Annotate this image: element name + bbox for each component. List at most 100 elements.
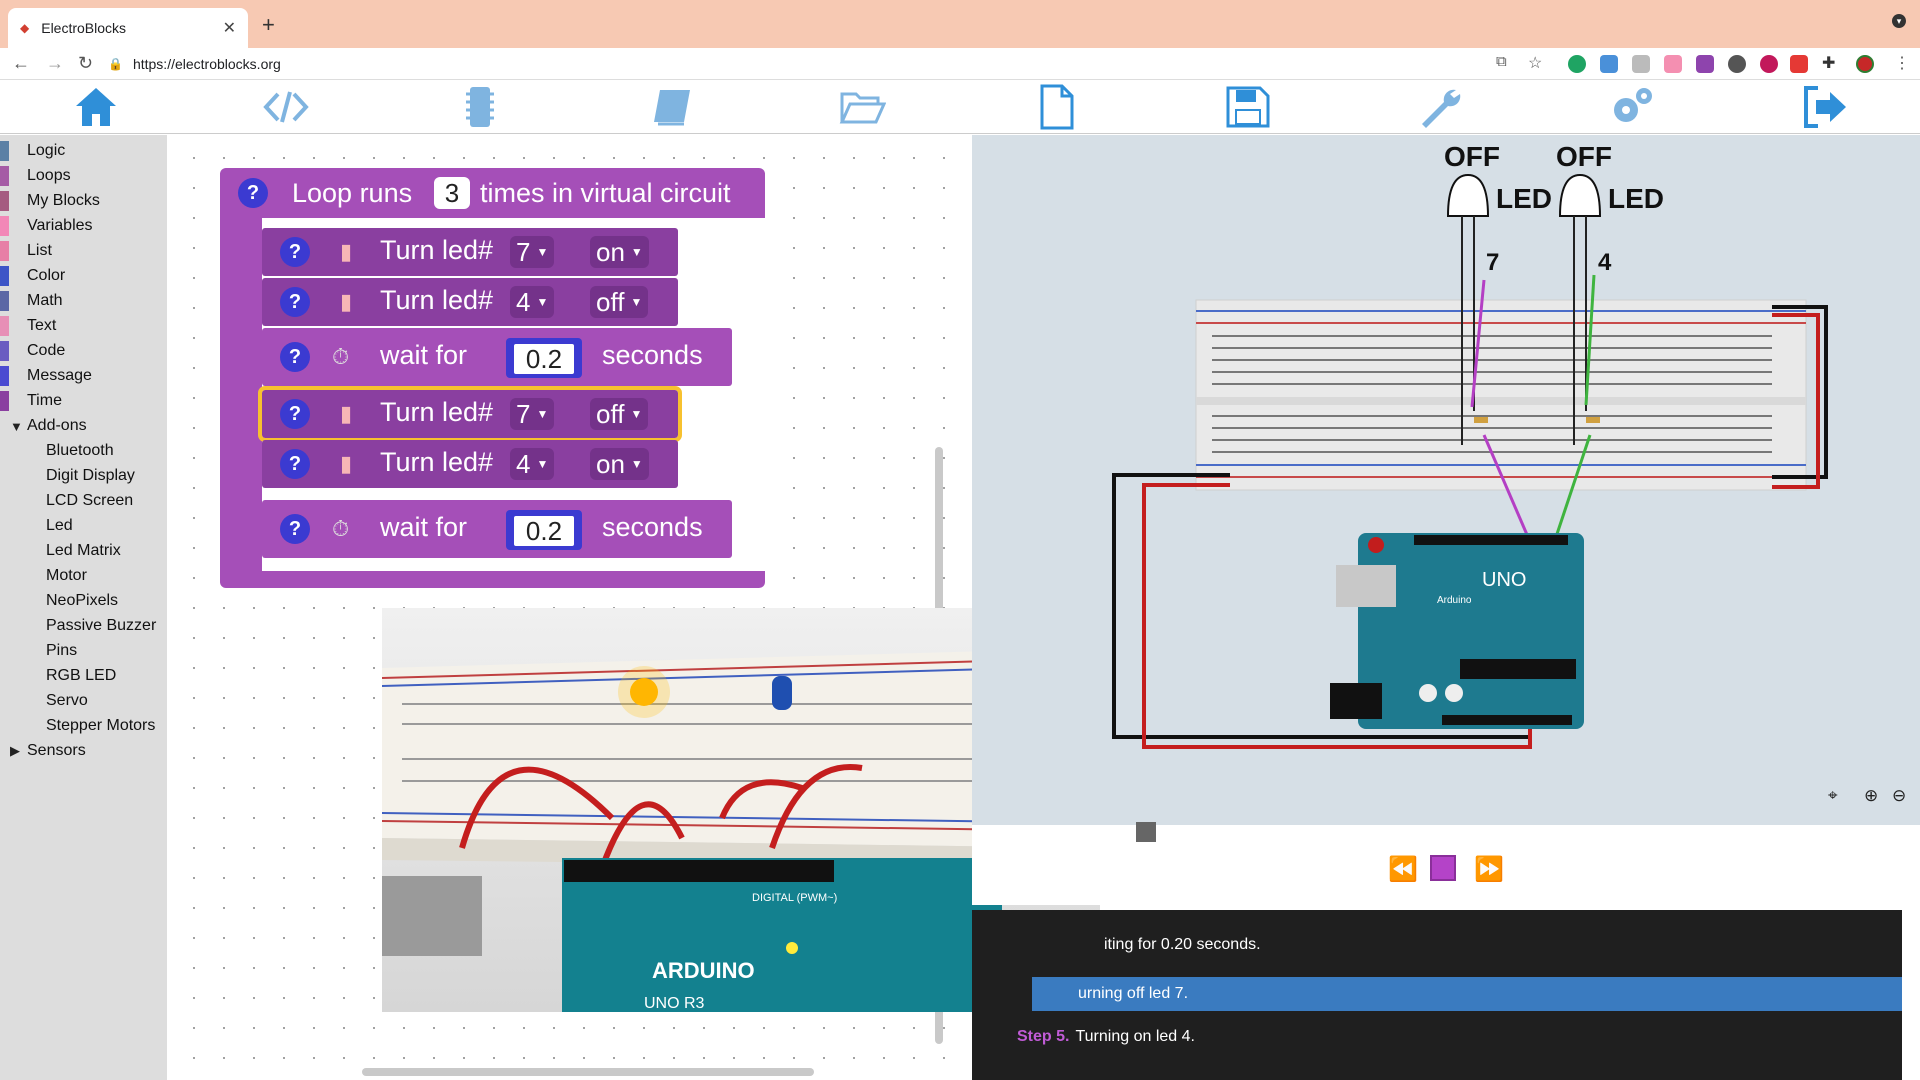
step-back-icon[interactable]: ⏪	[1388, 855, 1418, 884]
lessons-book-icon[interactable]	[648, 84, 696, 130]
browser-menu-icon[interactable]: ⋮	[1894, 53, 1910, 73]
category-color-swatch	[0, 216, 9, 236]
toolbox-addon-rgb-led[interactable]: RGB LED	[46, 664, 116, 688]
settings-gear-icon[interactable]	[1608, 84, 1656, 130]
led-state-dropdown[interactable]: off ▼	[590, 286, 649, 318]
open-external-icon[interactable]: ⧉	[1496, 53, 1507, 70]
toolbox-category-code[interactable]: Code	[0, 339, 167, 363]
app-navbar	[0, 80, 1920, 134]
extension-record-icon[interactable]	[1760, 55, 1778, 73]
electroblocks-favicon-icon: ◆	[20, 21, 30, 35]
block-help-icon[interactable]: ?	[280, 514, 310, 544]
toolbox-category-time[interactable]: Time	[0, 389, 167, 413]
led-pin-dropdown[interactable]: 4 ▼	[510, 286, 555, 318]
back-icon[interactable]: ←	[12, 53, 30, 74]
extension-puzzle-blue-icon[interactable]	[1600, 55, 1618, 73]
block-help-icon[interactable]: ?	[280, 342, 310, 372]
led-7-pin: 7	[1486, 249, 1500, 276]
new-file-icon[interactable]	[1032, 84, 1080, 130]
led-state-dropdown[interactable]: off ▼	[590, 398, 649, 430]
dropdown-arrow-icon: ▼	[536, 245, 549, 259]
stop-button[interactable]	[1430, 855, 1456, 881]
toolbox-addon-digit-display[interactable]: Digit Display	[46, 464, 135, 488]
led-state-dropdown[interactable]: on ▼	[590, 448, 649, 480]
toolbox-category-text[interactable]: Text	[0, 314, 167, 338]
collapse-caret-icon[interactable]: ▶	[10, 743, 20, 759]
zoom-out-icon[interactable]: ⊖	[1892, 786, 1906, 806]
extensions-puzzle-icon[interactable]: ✚	[1822, 53, 1835, 73]
toolbox-addon-lcd-screen[interactable]: LCD Screen	[46, 489, 133, 513]
url-text: https://electroblocks.org	[132, 56, 281, 72]
toolbox-category-add-ons[interactable]: ▼ Add-ons	[0, 414, 167, 438]
led-pin-dropdown[interactable]: 7 ▼	[510, 398, 555, 430]
toolbox-category-sensors[interactable]: ▶ Sensors	[0, 739, 167, 763]
toolbox-category-variables[interactable]: Variables	[0, 214, 167, 238]
extension-dark-icon[interactable]	[1728, 55, 1746, 73]
toolbox-category-my-blocks[interactable]: My Blocks	[0, 189, 167, 213]
led-state-dropdown[interactable]: on ▼	[590, 236, 649, 268]
step-forward-icon[interactable]: ⏩	[1474, 855, 1504, 884]
block-help-icon[interactable]: ?	[280, 449, 310, 479]
address-bar[interactable]: 🔒 https://electroblocks.org	[108, 52, 1528, 76]
toolbox-category-math[interactable]: Math	[0, 289, 167, 313]
toolbox-addon-pins[interactable]: Pins	[46, 639, 77, 663]
wait-seconds-input[interactable]: 0.2	[506, 338, 582, 378]
workspace-horizontal-scrollbar[interactable]	[362, 1068, 814, 1076]
toolbox-addon-passive-buzzer[interactable]: Passive Buzzer	[46, 614, 156, 638]
virtual-circuit-panel[interactable]: UNO Arduino OFF OFF LED LED 7 4	[972, 135, 1920, 815]
tab-search-icon[interactable]: ▾	[1892, 14, 1906, 28]
block-help-icon[interactable]: ?	[280, 237, 310, 267]
open-folder-icon[interactable]	[838, 84, 886, 130]
toolbox-category-logic[interactable]: Logic	[0, 139, 167, 163]
wait-seconds-input[interactable]: 0.2	[506, 510, 582, 550]
simulation-progress-slider[interactable]	[972, 815, 1920, 845]
recenter-icon[interactable]: ⌖	[1828, 786, 1838, 806]
stopwatch-icon: ⏱	[332, 516, 350, 541]
category-color-swatch	[0, 391, 9, 411]
toolbox-addon-bluetooth[interactable]: Bluetooth	[46, 439, 114, 463]
save-icon[interactable]	[1224, 84, 1272, 130]
extension-colorful-icon[interactable]	[1696, 55, 1714, 73]
toolbox-category-message[interactable]: Message	[0, 364, 167, 388]
block-help-icon[interactable]: ?	[280, 287, 310, 317]
loop-label-b: times in virtual circuit	[480, 178, 731, 208]
slider-handle[interactable]	[1136, 822, 1156, 842]
toolbox-sidebar: Logic Loops My Blocks Variables List Color Mat…	[0, 135, 167, 1080]
browser-tab[interactable]: ◆ ElectroBlocks ✕	[8, 8, 248, 48]
forward-icon[interactable]: →	[46, 53, 64, 74]
toolbox-addon-servo[interactable]: Servo	[46, 689, 88, 713]
arduino-chip-icon[interactable]	[456, 84, 504, 130]
extension-gray-icon[interactable]	[1632, 55, 1650, 73]
toolbox-addon-neopixels[interactable]: NeoPixels	[46, 589, 118, 613]
logout-icon[interactable]	[1800, 84, 1848, 130]
loop-help-icon[interactable]: ?	[238, 178, 268, 208]
led-pin-dropdown[interactable]: 4 ▼	[510, 448, 555, 480]
extension-red-icon[interactable]	[1790, 55, 1808, 73]
loop-count-input[interactable]: 3	[434, 177, 470, 209]
toolbox-category-color[interactable]: Color	[0, 264, 167, 288]
new-tab-icon[interactable]: +	[262, 12, 275, 38]
close-tab-icon[interactable]: ✕	[223, 18, 236, 38]
toolbox-category-list[interactable]: List	[0, 239, 167, 263]
toolbox-addon-motor[interactable]: Motor	[46, 564, 87, 588]
reload-icon[interactable]: ↻	[78, 53, 93, 74]
zoom-in-icon[interactable]: ⊕	[1864, 786, 1878, 806]
bookmark-star-icon[interactable]: ☆	[1528, 53, 1542, 73]
extension-grammarly-icon[interactable]	[1568, 55, 1586, 73]
dropdown-arrow-icon: ▼	[536, 295, 549, 309]
toolbox-addon-led-matrix[interactable]: Led Matrix	[46, 539, 121, 563]
profile-avatar[interactable]	[1856, 55, 1874, 73]
toolbox-addon-led[interactable]: Led	[46, 514, 73, 538]
block-label: wait for	[380, 340, 468, 370]
extension-pink-icon[interactable]	[1664, 55, 1682, 73]
tab-title: ElectroBlocks	[41, 20, 127, 36]
toolbox-addon-stepper-motors[interactable]: Stepper Motors	[46, 714, 155, 738]
wrench-icon[interactable]	[1416, 84, 1464, 130]
home-icon[interactable]	[72, 84, 120, 130]
toolbox-category-loops[interactable]: Loops	[0, 164, 167, 188]
block-help-icon[interactable]: ?	[280, 399, 310, 429]
category-label: Math	[27, 292, 63, 309]
code-icon[interactable]	[262, 84, 310, 130]
led-pin-dropdown[interactable]: 7 ▼	[510, 236, 555, 268]
expand-caret-icon[interactable]: ▼	[10, 419, 23, 434]
